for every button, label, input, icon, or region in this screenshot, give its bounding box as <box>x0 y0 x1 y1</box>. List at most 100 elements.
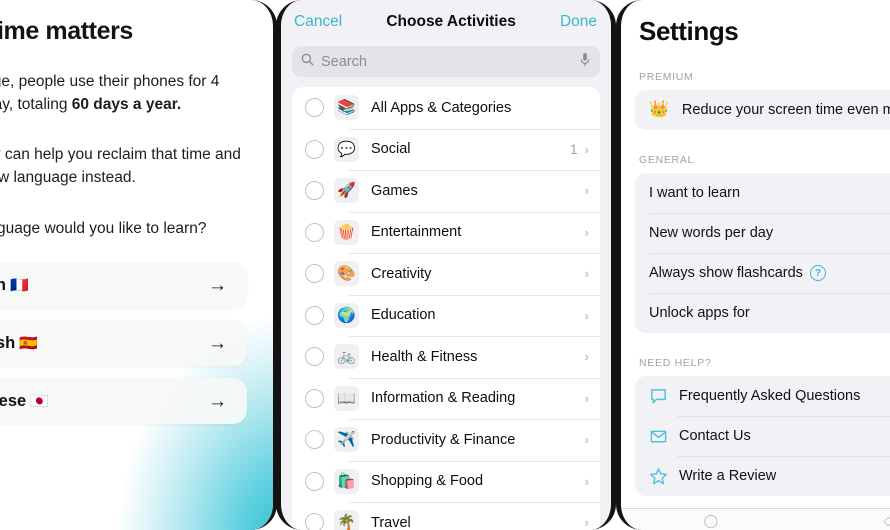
activity-label: Health & Fitness <box>371 348 478 365</box>
settings-scroll-area: Settings PREMIUM 👑 Reduce your screen ti… <box>621 0 890 496</box>
search-input[interactable]: Search <box>292 46 600 77</box>
activity-label: Games <box>371 182 418 199</box>
language-list: French🇫🇷 → Spanish🇪🇸 → Japanese🇯🇵 → <box>0 262 247 425</box>
category-icon: 🍿 <box>334 219 359 245</box>
table-row[interactable]: 🚀 Games › <box>292 170 600 212</box>
help-row-contact-us[interactable]: Contact Us <box>635 416 890 456</box>
category-icon: 📖 <box>334 385 359 411</box>
chevron-right-icon: › <box>584 224 589 240</box>
choose-activities-panel: Cancel Choose Activities Done Search 📚 A… <box>276 0 616 530</box>
tab-icon-right[interactable]: ◇ <box>883 513 890 529</box>
radio-unselected-icon[interactable] <box>305 347 324 367</box>
screenshot-stage: Your time matters On average, people use… <box>0 0 890 530</box>
language-label: Spanish🇪🇸 <box>0 333 38 352</box>
table-row[interactable]: 📚 All Apps & Categories <box>292 87 600 129</box>
chevron-right-icon: › <box>584 473 589 489</box>
language-option-french[interactable]: French🇫🇷 → <box>0 262 247 309</box>
premium-label: Reduce your screen time even more <box>681 102 890 118</box>
search-icon <box>301 53 314 71</box>
star-icon <box>649 467 668 486</box>
setting-row-unlock-apps-for[interactable]: Unlock apps for 5 min <box>635 293 890 333</box>
category-icon: 🛍️ <box>334 468 359 494</box>
activity-label: Information & Reading <box>371 390 516 407</box>
setting-label: Unlock apps for <box>649 305 750 321</box>
help-label: Contact Us <box>679 428 751 444</box>
section-header-general: GENERAL <box>639 154 695 166</box>
section-header-need-help: NEED HELP? <box>639 357 712 369</box>
radio-unselected-icon[interactable] <box>305 513 324 530</box>
radio-unselected-icon[interactable] <box>305 139 324 159</box>
activity-label: Education <box>371 307 436 324</box>
premium-card: 👑 Reduce your screen time even more <box>635 90 890 130</box>
search-container: Search <box>281 44 611 87</box>
language-option-spanish[interactable]: Spanish🇪🇸 → <box>0 320 247 367</box>
crown-icon: 👑 <box>649 101 669 118</box>
chevron-right-icon: › <box>584 515 589 530</box>
radio-unselected-icon[interactable] <box>305 305 324 325</box>
arrow-right-icon: → <box>208 390 227 412</box>
arrow-right-icon: → <box>208 274 227 296</box>
onboarding-question: Which language would you like to learn? <box>0 220 207 237</box>
flag-icon-japanese: 🇯🇵 <box>30 392 49 410</box>
help-label: Write a Review <box>679 468 777 484</box>
chat-bubble-icon <box>649 387 668 406</box>
table-row[interactable]: 📖 Information & Reading › <box>292 377 600 420</box>
activity-label: Shopping & Food <box>371 473 484 490</box>
general-card: I want to learn Spanish New words per da… <box>635 173 890 333</box>
table-row[interactable]: 🍿 Entertainment › <box>292 211 600 254</box>
tab-bar[interactable]: ◯ ◇ <box>621 508 890 530</box>
activity-label: Social <box>371 141 411 158</box>
search-placeholder: Search <box>321 53 367 70</box>
help-card: Frequently Asked Questions Contact Us Wr… <box>635 376 890 496</box>
category-icon: 📚 <box>334 95 359 121</box>
setting-row-always-show-flashcards[interactable]: Always show flashcards ? <box>635 253 890 293</box>
activities-navbar: Cancel Choose Activities Done <box>281 0 611 44</box>
table-row[interactable]: 🛍️ Shopping & Food › <box>292 460 600 503</box>
section-header-premium: PREMIUM <box>639 71 694 83</box>
chevron-right-icon: › <box>584 266 589 282</box>
radio-unselected-icon[interactable] <box>305 388 324 408</box>
done-button[interactable]: Done <box>560 13 597 31</box>
table-row[interactable]: ✈️ Productivity & Finance › <box>292 419 600 461</box>
radio-unselected-icon[interactable] <box>305 430 324 450</box>
activity-label: Travel <box>371 514 411 530</box>
help-row-faq[interactable]: Frequently Asked Questions <box>635 376 890 416</box>
setting-row-new-words-per-day[interactable]: New words per day <box>635 213 890 253</box>
chevron-right-icon: › <box>584 141 589 157</box>
flag-icon-french: 🇫🇷 <box>10 276 29 294</box>
category-icon: 💬 <box>334 136 359 162</box>
activity-label: Entertainment <box>371 224 462 241</box>
activity-label: Productivity & Finance <box>371 431 516 448</box>
setting-row-i-want-to-learn[interactable]: I want to learn Spanish <box>635 173 890 213</box>
radio-unselected-icon[interactable] <box>305 264 324 284</box>
tab-icon-left[interactable]: ◯ <box>704 513 719 529</box>
table-row[interactable]: 🌍 Education › <box>292 294 600 337</box>
cancel-button[interactable]: Cancel <box>294 13 342 31</box>
category-icon: 🌍 <box>334 302 359 328</box>
setting-label: New words per day <box>649 225 774 241</box>
table-row[interactable]: 💬 Social 1 › <box>292 128 600 171</box>
help-row-write-a-review[interactable]: Write a Review <box>635 456 890 496</box>
radio-unselected-icon[interactable] <box>305 98 324 118</box>
page-title: Settings <box>639 16 739 46</box>
category-icon: 🌴 <box>334 510 359 530</box>
language-option-japanese[interactable]: Japanese🇯🇵 → <box>0 378 247 425</box>
arrow-right-icon: → <box>208 332 227 354</box>
category-icon: ✈️ <box>334 427 359 453</box>
table-row[interactable]: 🎨 Creativity › <box>292 253 600 295</box>
language-label: French🇫🇷 <box>0 276 29 295</box>
radio-unselected-icon[interactable] <box>305 181 324 201</box>
table-row[interactable]: 🚲 Health & Fitness › <box>292 336 600 378</box>
radio-unselected-icon[interactable] <box>305 471 324 491</box>
category-icon: 🎨 <box>334 261 359 287</box>
help-circle-icon[interactable]: ? <box>809 265 826 281</box>
table-row[interactable]: 🌴 Travel › <box>292 502 600 530</box>
microphone-icon[interactable] <box>579 52 591 72</box>
settings-panel: Settings PREMIUM 👑 Reduce your screen ti… <box>616 0 890 530</box>
premium-upsell-row[interactable]: 👑 Reduce your screen time even more <box>635 90 890 130</box>
category-icon: 🚲 <box>334 344 359 370</box>
radio-unselected-icon[interactable] <box>305 222 324 242</box>
onboarding-title: Your time matters <box>0 17 133 45</box>
paragraph-1-highlight: 60 days a year. <box>71 96 182 114</box>
chevron-right-icon: › <box>584 390 589 406</box>
